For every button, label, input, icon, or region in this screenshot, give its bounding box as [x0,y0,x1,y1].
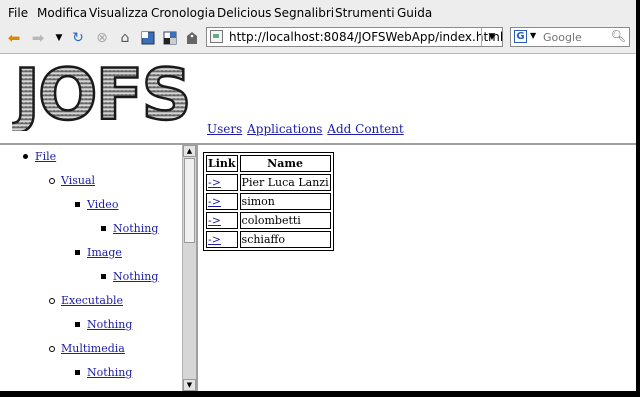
engine-dropdown-icon[interactable]: ▼ [530,31,536,40]
browser-window: File Modifica Visualizza Cronologia Deli… [0,0,636,391]
menu-visualizza[interactable]: Visualizza [89,6,148,20]
tree-link-executable[interactable]: Executable [61,294,123,307]
users-table: Link Name -> Pier Luca Lanzi -> simon -> [203,152,334,251]
tag-icon[interactable] [184,30,200,46]
tree-item-multimedia: Multimedia [49,342,125,355]
url-dropdown-icon[interactable]: ▼ [481,28,502,46]
address-bar[interactable]: http://localhost:8084/JOFSWebApp/index.h… [206,27,503,47]
jofs-logo: JOFS [12,57,193,131]
menu-modifica[interactable]: Modifica [37,6,87,20]
delicious-icon[interactable] [162,30,178,46]
tree-item-executable: Executable [49,294,123,307]
stop-icon[interactable]: ⊗ [94,30,110,46]
tree-item-image-nothing: Nothing [101,270,158,283]
bullet-circle [49,298,55,304]
tree-item-video-nothing: Nothing [101,222,158,235]
user-link[interactable]: -> [208,233,221,246]
menu-cronologia[interactable]: Cronologia [151,6,215,20]
home-icon[interactable]: ⌂ [117,30,133,46]
url-text[interactable]: http://localhost:8084/JOFSWebApp/index.h… [229,30,503,44]
tree-item-image: Image [75,246,122,259]
tree-link-image[interactable]: Image [87,246,122,259]
table-row: -> colombetti [206,212,331,229]
google-engine-icon[interactable]: G [514,30,527,43]
svg-text:JOFS: JOFS [12,57,190,131]
bullet-square [75,250,80,255]
tree-scrollbar[interactable]: ▲ ▼ [182,145,196,391]
table-row: -> Pier Luca Lanzi [206,174,331,191]
category-tree-frame: File Visual Video Nothing Image Nothing … [0,145,198,391]
user-name: colombetti [239,212,331,229]
tree-link-video-nothing[interactable]: Nothing [113,222,158,235]
page-viewport: JOFS Users Applications Add Content File… [0,54,636,391]
menu-guida[interactable]: Guida [397,6,432,20]
table-header-row: Link Name [206,155,331,172]
user-name: simon [239,193,331,210]
tree-link-multimedia[interactable]: Multimedia [61,342,125,355]
tree-link-multimedia-nothing[interactable]: Nothing [87,366,132,379]
back-icon[interactable]: ⬅ [6,30,22,46]
menu-file[interactable]: File [8,6,28,20]
reload-icon[interactable]: ↻ [70,30,86,46]
tree-item-multimedia-nothing: Nothing [75,366,132,379]
bullet-circle [49,346,55,352]
user-name: Pier Luca Lanzi [239,174,331,191]
user-name: schiaffo [239,231,331,248]
bullet-square [101,226,106,231]
menu-bar: File Modifica Visualizza Cronologia Deli… [0,0,636,25]
content-frame: Link Name -> Pier Luca Lanzi -> simon -> [198,145,636,391]
tree-item-visual: Visual [49,174,95,187]
table-row: -> schiaffo [206,231,331,248]
tree-link-file[interactable]: File [35,150,56,163]
history-dropdown-icon[interactable]: ▼ [51,30,67,46]
top-navigation: Users Applications Add Content [207,122,405,136]
navigation-toolbar: ⬅ ➡ ▼ ↻ ⊗ ⌂ http://localhost:8084/JOFSWe… [0,25,636,54]
bullet-square [75,370,80,375]
tree-link-video[interactable]: Video [87,198,118,211]
user-link[interactable]: -> [208,214,221,227]
menu-strumenti[interactable]: Strumenti [335,6,395,20]
bookmark-icon[interactable] [140,30,156,46]
column-header-name: Name [239,155,331,172]
table-row: -> simon [206,193,331,210]
scrollbar-thumb[interactable] [184,158,195,243]
users-link[interactable]: Users [207,122,242,136]
menu-delicious[interactable]: Delicious [217,6,271,20]
page-icon [210,30,223,43]
forward-icon[interactable]: ➡ [30,30,46,46]
search-input[interactable] [543,29,611,45]
user-link[interactable]: -> [208,176,221,189]
search-bar[interactable]: G ▼ 🔍︎ [510,27,630,47]
column-header-link: Link [206,155,238,172]
bullet-square [101,274,106,279]
bullet-circle [49,178,55,184]
scroll-down-icon[interactable]: ▼ [183,379,196,391]
tree-item-executable-nothing: Nothing [75,318,132,331]
scroll-up-icon[interactable]: ▲ [183,145,196,157]
tree-link-visual[interactable]: Visual [61,174,95,187]
user-link[interactable]: -> [208,195,221,208]
applications-link[interactable]: Applications [247,122,322,136]
tree-item-file: File [23,150,56,163]
bullet-square [75,322,80,327]
bullet-square [75,202,80,207]
menu-segnalibri[interactable]: Segnalibri [274,6,334,20]
tree-link-image-nothing[interactable]: Nothing [113,270,158,283]
tree-link-executable-nothing[interactable]: Nothing [87,318,132,331]
header-frame: JOFS Users Applications Add Content [0,54,636,145]
bullet-disc [23,154,28,159]
add-content-link[interactable]: Add Content [327,122,403,136]
tree-item-video: Video [75,198,118,211]
search-icon[interactable]: 🔍︎ [611,29,626,43]
